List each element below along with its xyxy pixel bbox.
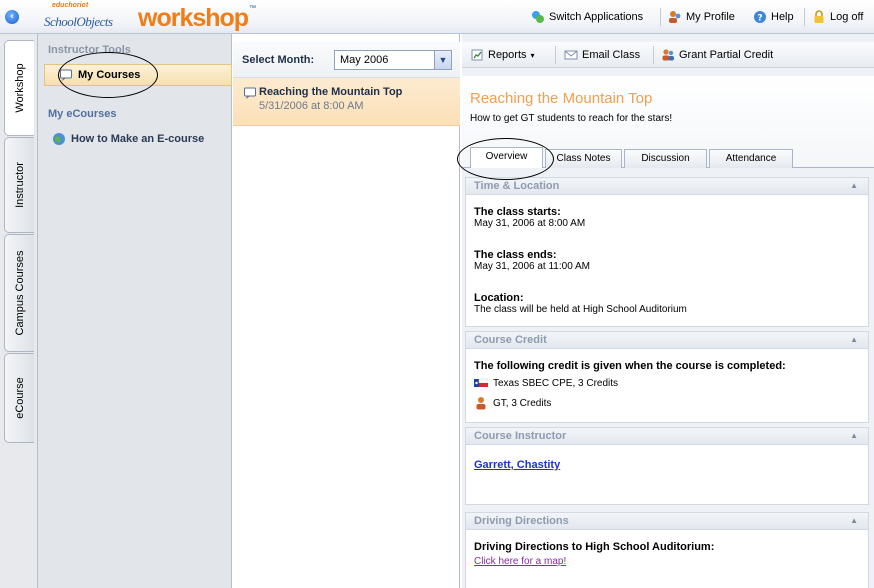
globe-icon bbox=[53, 133, 65, 145]
tab-class-notes[interactable]: Class Notes bbox=[545, 149, 622, 168]
course-credit-section: Course Credit ▲ The following credit is … bbox=[465, 331, 869, 423]
my-ecourses-header: My eCourses bbox=[48, 108, 117, 120]
texas-flag-icon bbox=[474, 378, 488, 387]
annotation-circle bbox=[457, 138, 554, 180]
location-label: Location: bbox=[474, 292, 524, 304]
course-credit-header[interactable]: Course Credit ▲ bbox=[466, 332, 868, 349]
driving-directions-label: Driving Directions to High School Audito… bbox=[474, 541, 715, 553]
svg-text:?: ? bbox=[757, 14, 762, 24]
log-off-button[interactable]: Log off bbox=[812, 9, 863, 25]
course-icon bbox=[244, 87, 256, 99]
course-detail-panel: Reports ▾ Email Class Grant Partial Cred… bbox=[462, 34, 874, 588]
ecourse-list-item[interactable]: How to Make an E-course bbox=[52, 132, 204, 146]
person-icon bbox=[476, 397, 486, 410]
toolbar-divider bbox=[653, 46, 654, 64]
tab-workshop[interactable]: Workshop bbox=[4, 40, 34, 136]
course-instructor-header[interactable]: Course Instructor ▲ bbox=[466, 428, 868, 445]
credit-item-label: Texas SBEC CPE, 3 Credits bbox=[493, 377, 619, 389]
class-ends-value: May 31, 2006 at 11:00 AM bbox=[474, 261, 591, 272]
time-location-header[interactable]: Time & Location ▲ bbox=[466, 178, 868, 195]
class-starts-block: The class starts: May 31, 2006 at 8:00 A… bbox=[474, 206, 585, 229]
top-bar: ‹ educhoriot SchoolObjects workshop ™ Sw… bbox=[0, 0, 874, 34]
credit-item: GT, 3 Credits bbox=[474, 396, 551, 410]
class-ends-block: The class ends: May 31, 2006 at 11:00 AM bbox=[474, 249, 590, 272]
course-list-item[interactable]: Reaching the Mountain Top 5/31/2006 at 8… bbox=[233, 78, 460, 126]
log-off-label: Log off bbox=[830, 11, 864, 23]
annotation-circle bbox=[58, 52, 158, 98]
my-profile-button[interactable]: My Profile bbox=[668, 9, 735, 25]
chevron-down-icon[interactable]: ▼ bbox=[434, 51, 451, 69]
switch-applications-icon bbox=[532, 11, 544, 23]
reports-button[interactable]: Reports ▾ bbox=[470, 47, 535, 63]
detail-toolbar: Reports ▾ Email Class Grant Partial Cred… bbox=[462, 42, 874, 68]
collapse-icon[interactable]: ▲ bbox=[850, 332, 858, 348]
course-item-date: 5/31/2006 at 8:00 AM bbox=[259, 100, 364, 112]
course-instructor-section: Course Instructor ▲ Garrett, Chastity bbox=[465, 427, 869, 505]
lock-icon bbox=[814, 10, 824, 23]
instructor-link[interactable]: Garrett, Chastity bbox=[474, 459, 560, 471]
tab-instructor[interactable]: Instructor bbox=[4, 137, 34, 233]
driving-directions-section: Driving Directions ▲ Driving Directions … bbox=[465, 512, 869, 588]
location-block: Location: The class will be held at High… bbox=[474, 292, 687, 315]
help-label: Help bbox=[771, 11, 794, 23]
email-class-button[interactable]: Email Class bbox=[564, 47, 640, 63]
logo-brand-text: SchoolObjects bbox=[44, 14, 113, 29]
email-icon bbox=[564, 50, 578, 60]
location-value: The class will be held at High School Au… bbox=[474, 304, 687, 315]
month-filter-bar: Select Month: May 2006 ▼ bbox=[233, 42, 460, 78]
help-icon: ? bbox=[754, 11, 766, 24]
logo-small-text: educhoriot bbox=[52, 2, 89, 9]
switch-applications-label: Switch Applications bbox=[549, 11, 644, 23]
credit-item-label: GT, 3 Credits bbox=[493, 397, 552, 409]
reports-icon bbox=[471, 49, 483, 61]
toolbar-divider bbox=[660, 8, 661, 26]
credit-item: Texas SBEC CPE, 3 Credits bbox=[474, 376, 618, 390]
users-icon bbox=[662, 49, 674, 61]
course-description: How to get GT students to reach for the … bbox=[470, 113, 673, 124]
navigation-panel: Instructor Tools My Courses My eCourses … bbox=[38, 34, 232, 588]
tab-ecourse[interactable]: eCourse bbox=[4, 353, 34, 443]
grant-partial-credit-button[interactable]: Grant Partial Credit bbox=[661, 47, 773, 63]
tab-attendance[interactable]: Attendance bbox=[709, 149, 793, 168]
email-class-label: Email Class bbox=[582, 49, 641, 61]
switch-applications-button[interactable]: Switch Applications bbox=[531, 9, 643, 25]
logo-product-text: workshop bbox=[138, 4, 249, 32]
my-profile-label: My Profile bbox=[686, 11, 735, 23]
dropdown-arrow-icon: ▾ bbox=[530, 50, 535, 60]
map-link[interactable]: Click here for a map! bbox=[474, 556, 566, 567]
collapse-icon[interactable]: ▲ bbox=[850, 513, 858, 529]
instructor-tools-header: Instructor Tools bbox=[48, 44, 131, 56]
toolbar-divider bbox=[555, 46, 556, 64]
profile-icon bbox=[669, 11, 681, 23]
class-ends-label: The class ends: bbox=[474, 249, 557, 261]
course-item-title: Reaching the Mountain Top bbox=[259, 86, 403, 98]
credit-intro: The following credit is given when the c… bbox=[474, 360, 786, 372]
tab-campus-courses[interactable]: Campus Courses bbox=[4, 234, 34, 352]
class-starts-value: May 31, 2006 at 8:00 AM bbox=[474, 218, 586, 229]
course-title: Reaching the Mountain Top bbox=[470, 90, 653, 107]
reports-label: Reports bbox=[488, 49, 527, 61]
driving-directions-header[interactable]: Driving Directions ▲ bbox=[466, 513, 868, 530]
class-starts-label: The class starts: bbox=[474, 206, 561, 218]
grant-partial-credit-label: Grant Partial Credit bbox=[679, 49, 774, 61]
collapse-icon[interactable]: ▲ bbox=[850, 428, 858, 444]
select-month-label: Select Month: bbox=[242, 54, 315, 66]
vertical-tab-strip: Workshop Instructor Campus Courses eCour… bbox=[0, 34, 38, 588]
time-location-section: Time & Location ▲ The class starts: May … bbox=[465, 177, 869, 327]
month-select[interactable]: May 2006 ▼ bbox=[334, 50, 452, 70]
help-button[interactable]: ? Help bbox=[753, 9, 794, 25]
logo-trademark: ™ bbox=[249, 5, 256, 12]
toolbar-divider bbox=[804, 8, 805, 26]
month-select-value: May 2006 bbox=[340, 54, 389, 66]
course-list-panel: Select Month: May 2006 ▼ Reaching the Mo… bbox=[233, 34, 460, 588]
back-arrow-icon[interactable]: ‹ bbox=[5, 10, 19, 24]
ecourse-item-label: How to Make an E-course bbox=[71, 133, 205, 145]
tab-discussion[interactable]: Discussion bbox=[624, 149, 707, 168]
collapse-icon[interactable]: ▲ bbox=[850, 178, 858, 194]
